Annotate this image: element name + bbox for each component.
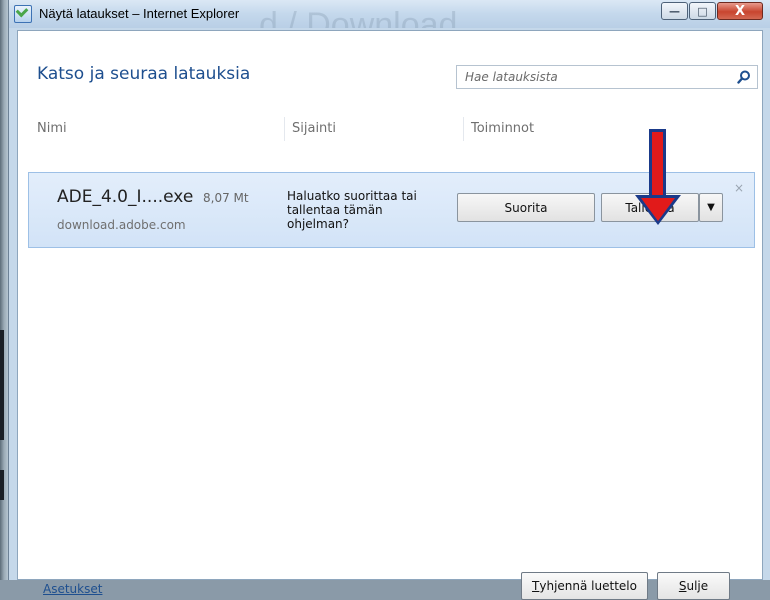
clear-list-accelerator: T xyxy=(532,579,540,593)
download-app-icon xyxy=(14,4,32,23)
close-icon: X xyxy=(734,3,746,19)
close-accelerator: S xyxy=(678,579,687,593)
clear-list-button[interactable]: Tyhjennä luettelo xyxy=(521,572,648,600)
search-icon[interactable] xyxy=(737,70,751,84)
column-header-name[interactable]: Nimi xyxy=(37,121,67,136)
title-watermark: d / Download xyxy=(259,6,458,28)
column-header-location[interactable]: Sijainti xyxy=(292,121,336,136)
maximize-button[interactable]: □ xyxy=(689,2,716,20)
settings-link[interactable]: Asetukset xyxy=(43,582,102,596)
chevron-down-icon: ▼ xyxy=(707,202,715,213)
annotation-arrow-icon xyxy=(635,129,681,225)
download-source: download.adobe.com xyxy=(57,218,186,232)
close-window-button[interactable]: X xyxy=(717,2,763,20)
downloads-window: d / Download Näytä lataukset – Internet … xyxy=(8,0,770,600)
save-options-button[interactable]: ▼ xyxy=(699,193,723,222)
download-file-size: 8,07 Mt xyxy=(203,191,249,205)
minimize-icon: — xyxy=(669,4,680,18)
run-button-label: Suorita xyxy=(504,200,548,215)
window-controls: — □ X xyxy=(660,2,763,20)
window-title: Näytä lataukset – Internet Explorer xyxy=(39,6,240,21)
maximize-icon: □ xyxy=(697,4,708,18)
download-file-name: ADE_4.0_I....exe xyxy=(57,187,194,207)
title-bar[interactable]: d / Download Näytä lataukset – Internet … xyxy=(9,0,770,28)
close-label: ulje xyxy=(686,579,709,593)
search-box[interactable] xyxy=(456,65,758,89)
clear-list-label: yhjennä luettelo xyxy=(539,579,637,593)
dismiss-icon[interactable]: × xyxy=(734,181,744,195)
column-divider xyxy=(284,117,285,141)
run-button[interactable]: Suorita xyxy=(457,193,595,222)
column-divider xyxy=(463,117,464,141)
downloads-panel: Katso ja seuraa latauksia Nimi Sijainti … xyxy=(17,30,763,600)
minimize-button[interactable]: — xyxy=(661,2,688,20)
download-prompt: Haluatko suorittaa tai tallentaa tämän o… xyxy=(287,189,417,231)
column-header-actions[interactable]: Toiminnot xyxy=(471,121,534,136)
search-input[interactable] xyxy=(457,66,727,88)
close-button[interactable]: Sulje xyxy=(657,572,730,600)
page-title: Katso ja seuraa latauksia xyxy=(37,64,251,84)
